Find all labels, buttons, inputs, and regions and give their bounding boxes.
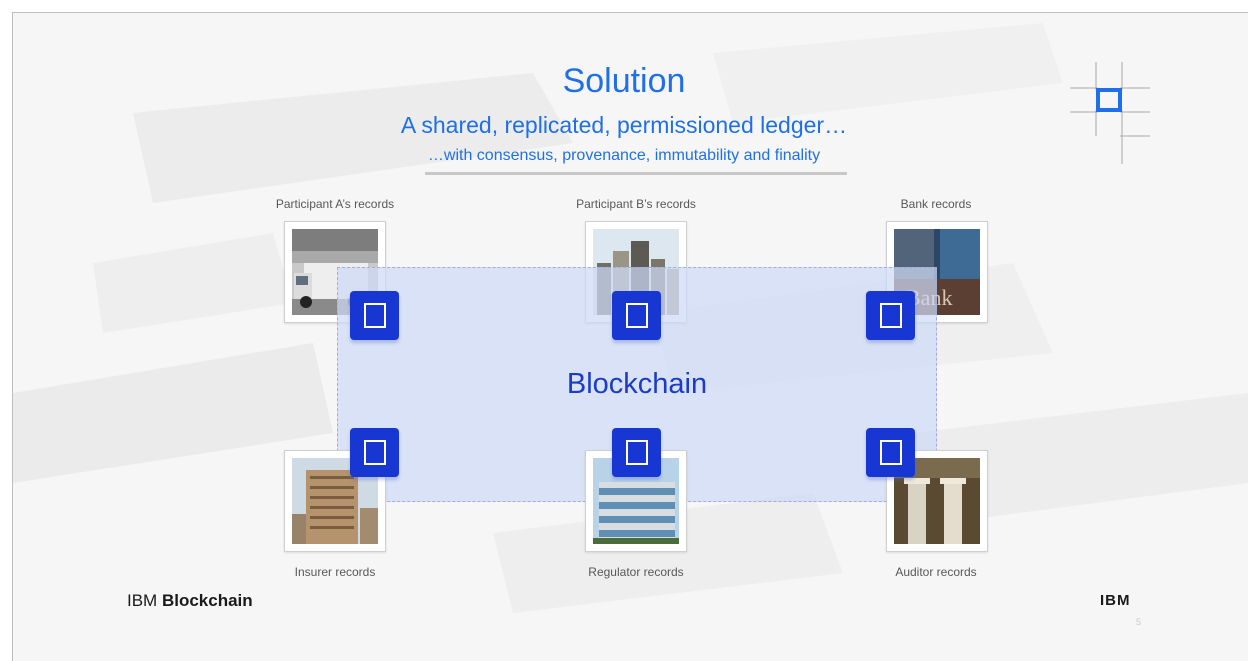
ibm-logo: IBM: [1100, 592, 1131, 609]
title-underline: [425, 172, 847, 175]
participant-a-label: Participant A’s records: [275, 197, 395, 211]
slide-subtitle: A shared, replicated, permissioned ledge…: [400, 112, 848, 138]
auditor-label: Auditor records: [895, 565, 977, 579]
insurer-label: Insurer records: [294, 565, 376, 579]
brand-name: Blockchain: [161, 591, 253, 610]
slide-title: Solution: [562, 62, 686, 100]
regulator-label: Regulator records: [588, 565, 684, 579]
ledger-node-participant-a: [350, 291, 399, 340]
ledger-node-insurer: [350, 428, 399, 477]
brand-prefix: IBM: [127, 591, 158, 610]
bank-label: Bank records: [900, 197, 972, 211]
ledger-node-regulator: [612, 428, 661, 477]
ledger-node-auditor: [866, 428, 915, 477]
page-number: 5: [1136, 617, 1142, 627]
participant-b-label: Participant B’s records: [576, 197, 696, 211]
ibm-blockchain-brand: IBM Blockchain: [127, 591, 253, 611]
blockchain-logo-icon: [1070, 62, 1150, 164]
slide-subtitle-detail: …with consensus, provenance, immutabilit…: [427, 147, 821, 164]
blockchain-label: Blockchain: [566, 368, 708, 400]
ledger-node-participant-b: [612, 291, 661, 340]
ledger-node-bank: [866, 291, 915, 340]
